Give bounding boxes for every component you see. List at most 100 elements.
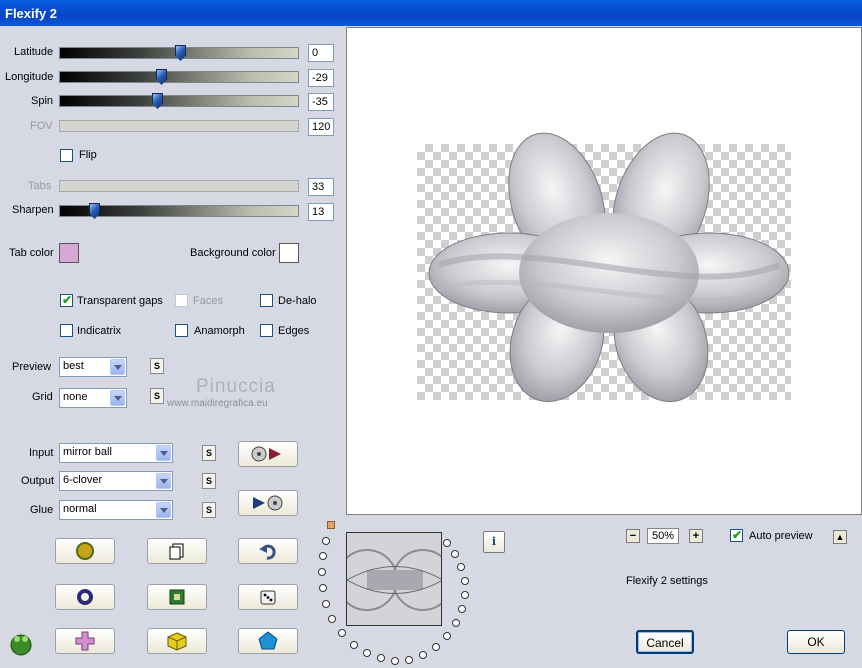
tab-color-swatch[interactable]	[59, 243, 79, 263]
latitude-field[interactable]: 0	[308, 44, 334, 62]
preview-s-button[interactable]: S	[150, 358, 164, 374]
tabs-slider	[59, 180, 299, 192]
transparent-gaps-checkbox[interactable]: ✔	[60, 293, 73, 307]
chevron-down-icon[interactable]	[156, 473, 171, 489]
edges-label: Edges	[278, 325, 310, 337]
navigator-handle[interactable]	[327, 521, 335, 529]
ring-dot[interactable]	[461, 577, 469, 585]
ring-dot[interactable]	[443, 539, 451, 547]
chevron-down-icon[interactable]	[110, 390, 125, 406]
randomize-button[interactable]	[55, 538, 115, 564]
grid-select-value: none	[63, 391, 88, 403]
check-icon: ✔	[732, 528, 743, 542]
ring-dot[interactable]	[318, 568, 326, 576]
latitude-slider[interactable]	[59, 45, 299, 61]
ring-dot[interactable]	[452, 619, 460, 627]
ring-dot[interactable]	[405, 656, 413, 664]
ring-dot[interactable]	[319, 584, 327, 592]
ring-dot[interactable]	[419, 651, 427, 659]
ring-dot[interactable]	[328, 615, 336, 623]
info-icon: i	[491, 535, 497, 548]
grid-select[interactable]: none	[59, 388, 127, 408]
ring-dot[interactable]	[451, 550, 459, 558]
output-select[interactable]: 6-clover	[59, 471, 173, 491]
ring-dot[interactable]	[319, 552, 327, 560]
expand-button[interactable]: ▲	[833, 530, 847, 544]
dehalo-checkbox[interactable]	[260, 294, 273, 307]
cube-button[interactable]	[147, 628, 207, 654]
navigator-thumbnail[interactable]	[346, 532, 442, 626]
sharpen-label: Sharpen	[12, 204, 54, 216]
grid-label: Grid	[32, 391, 53, 403]
preview-select[interactable]: best	[59, 357, 127, 377]
longitude-slider[interactable]	[59, 69, 299, 85]
grid-s-button[interactable]: S	[150, 388, 164, 404]
input-transfer-button[interactable]	[238, 441, 298, 467]
tab-color-label: Tab color	[9, 247, 54, 259]
undo-icon	[259, 544, 276, 560]
sharpen-field[interactable]: 13	[308, 203, 334, 221]
ring-dot[interactable]	[377, 654, 385, 662]
edges-checkbox[interactable]	[260, 324, 273, 337]
clover-preview-image	[428, 132, 790, 403]
glue-select-value: normal	[63, 503, 97, 515]
input-select[interactable]: mirror ball	[59, 443, 173, 463]
input-s-button[interactable]: S	[202, 445, 216, 461]
cancel-button[interactable]: Cancel	[636, 630, 694, 654]
cube-icon	[167, 632, 187, 651]
glue-select[interactable]: normal	[59, 500, 173, 520]
flip-checkbox[interactable]	[60, 149, 73, 162]
preview-canvas[interactable]	[346, 27, 862, 515]
undo-button[interactable]	[238, 538, 298, 564]
cross-icon	[75, 631, 95, 651]
indicatrix-checkbox[interactable]	[60, 324, 73, 337]
background-color-label: Background color	[190, 247, 276, 259]
ring-dot[interactable]	[461, 591, 469, 599]
ring-dot[interactable]	[363, 649, 371, 657]
cross-button[interactable]	[55, 628, 115, 654]
output-s-button[interactable]: S	[202, 473, 216, 489]
fov-field: 120	[308, 118, 334, 136]
chevron-down-icon[interactable]	[156, 502, 171, 518]
ring-dot[interactable]	[322, 600, 330, 608]
ring-dot[interactable]	[391, 657, 399, 665]
pentagon-button[interactable]	[238, 628, 298, 654]
zoom-out-button[interactable]: −	[626, 529, 640, 543]
ring-dot[interactable]	[350, 641, 358, 649]
randomize-icon	[76, 542, 94, 560]
longitude-field[interactable]: -29	[308, 69, 334, 87]
chevron-down-icon[interactable]	[156, 445, 171, 461]
ring-dot[interactable]	[432, 643, 440, 651]
frame-button[interactable]	[147, 584, 207, 610]
glue-s-button[interactable]: S	[202, 502, 216, 518]
zoom-level: 50%	[647, 528, 679, 544]
copy-button[interactable]	[147, 538, 207, 564]
spin-thumb[interactable]	[152, 93, 163, 109]
spin-slider[interactable]	[59, 93, 299, 109]
background-color-swatch[interactable]	[279, 243, 299, 263]
ring-dot[interactable]	[458, 605, 466, 613]
ring-dot[interactable]	[338, 629, 346, 637]
anamorph-checkbox[interactable]	[175, 324, 188, 337]
latitude-thumb[interactable]	[175, 45, 186, 61]
auto-preview-checkbox[interactable]: ✔	[730, 528, 743, 542]
dice-button[interactable]	[238, 584, 298, 610]
ring-dot[interactable]	[457, 563, 465, 571]
longitude-thumb[interactable]	[156, 69, 167, 85]
chevron-down-icon[interactable]	[110, 359, 125, 375]
pentagon-icon	[258, 631, 278, 650]
window-title: Flexify 2	[5, 6, 58, 21]
input-select-value: mirror ball	[63, 446, 112, 458]
output-transfer-button[interactable]	[238, 490, 298, 516]
ring-button[interactable]	[55, 584, 115, 610]
sharpen-thumb[interactable]	[89, 203, 100, 219]
ring-dot[interactable]	[443, 632, 451, 640]
ring-dot[interactable]	[322, 537, 330, 545]
sharpen-slider[interactable]	[59, 203, 299, 219]
spin-field[interactable]: -35	[308, 93, 334, 111]
info-button[interactable]: i	[483, 531, 505, 553]
ok-button[interactable]: OK	[787, 630, 845, 654]
settings-label: Flexify 2 settings	[626, 575, 708, 587]
zoom-in-button[interactable]: +	[689, 529, 703, 543]
preview-select-value: best	[63, 360, 84, 372]
